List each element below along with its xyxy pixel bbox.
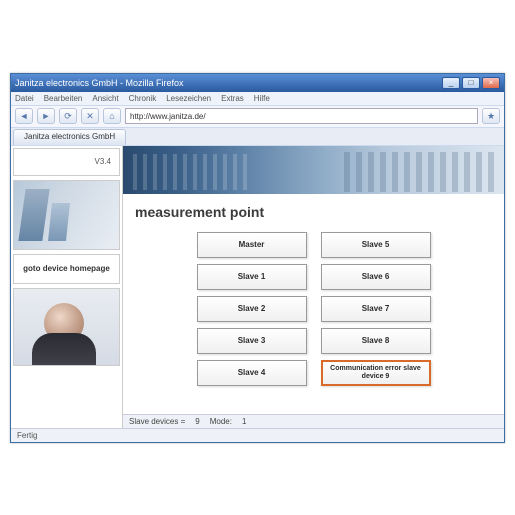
close-button[interactable]: × (482, 77, 500, 89)
viewport: Janitza electronics GmbH - Mozilla Firef… (0, 0, 515, 515)
sidebar: V3.4 goto device homepage (11, 146, 123, 428)
minimize-button[interactable]: _ (442, 77, 460, 89)
sidebar-version-box: V3.4 (13, 148, 120, 176)
menu-item-view[interactable]: Ansicht (92, 94, 118, 103)
maximize-button[interactable]: □ (462, 77, 480, 89)
browser-navbar: ◄ ► ⟳ ✕ ⌂ ★ (11, 106, 504, 128)
mode-value: 1 (242, 417, 246, 426)
menu-item-help[interactable]: Hilfe (254, 94, 270, 103)
reload-button[interactable]: ⟳ (59, 108, 77, 124)
status-text: Fertig (17, 431, 37, 440)
mode-label: Mode: (210, 417, 232, 426)
device-slave2-button[interactable]: Slave 2 (197, 296, 307, 322)
device-grid: Master Slave 5 Slave 1 Slave 6 Slave 2 S… (197, 232, 431, 386)
browser-tabbar: Janitza electronics GmbH (11, 128, 504, 146)
sidebar-image-person (13, 288, 120, 366)
slave-devices-label: Slave devices = (129, 417, 185, 426)
device-grid-wrap: Master Slave 5 Slave 1 Slave 6 Slave 2 S… (123, 228, 504, 414)
back-button[interactable]: ◄ (15, 108, 33, 124)
device-slave8-button[interactable]: Slave 8 (321, 328, 431, 354)
page-footer: Slave devices = 9 Mode: 1 (123, 414, 504, 428)
window-titlebar: Janitza electronics GmbH - Mozilla Firef… (11, 74, 504, 92)
device-slave4-button[interactable]: Slave 4 (197, 360, 307, 386)
forward-button[interactable]: ► (37, 108, 55, 124)
device-slave9-error-button[interactable]: Communication error slave device 9 (321, 360, 431, 386)
home-button[interactable]: ⌂ (103, 108, 121, 124)
menu-item-history[interactable]: Chronik (129, 94, 157, 103)
tab-active[interactable]: Janitza electronics GmbH (13, 129, 126, 145)
window-controls: _ □ × (442, 77, 500, 89)
page-content: V3.4 goto device homepage measurement po… (11, 146, 504, 428)
menu-item-bookmarks[interactable]: Lesezeichen (166, 94, 211, 103)
sidebar-image-buildings (13, 180, 120, 250)
goto-homepage-link[interactable]: goto device homepage (13, 254, 120, 284)
version-label: V3.4 (95, 157, 111, 166)
page-title: measurement point (123, 194, 504, 228)
device-slave1-button[interactable]: Slave 1 (197, 264, 307, 290)
slave-devices-count: 9 (195, 417, 199, 426)
browser-statusbar: Fertig (11, 428, 504, 442)
menu-item-tools[interactable]: Extras (221, 94, 244, 103)
menu-item-edit[interactable]: Bearbeiten (44, 94, 83, 103)
device-slave6-button[interactable]: Slave 6 (321, 264, 431, 290)
browser-window: Janitza electronics GmbH - Mozilla Firef… (10, 73, 505, 443)
stop-button[interactable]: ✕ (81, 108, 99, 124)
device-slave3-button[interactable]: Slave 3 (197, 328, 307, 354)
device-slave5-button[interactable]: Slave 5 (321, 232, 431, 258)
main-area: measurement point Master Slave 5 Slave 1… (123, 146, 504, 428)
window-title: Janitza electronics GmbH - Mozilla Firef… (15, 78, 442, 88)
device-slave7-button[interactable]: Slave 7 (321, 296, 431, 322)
header-banner-image (123, 146, 504, 194)
bookmark-icon[interactable]: ★ (482, 108, 500, 124)
device-master-button[interactable]: Master (197, 232, 307, 258)
browser-menubar: Datei Bearbeiten Ansicht Chronik Lesezei… (11, 92, 504, 106)
url-input[interactable] (125, 108, 478, 124)
menu-item-file[interactable]: Datei (15, 94, 34, 103)
